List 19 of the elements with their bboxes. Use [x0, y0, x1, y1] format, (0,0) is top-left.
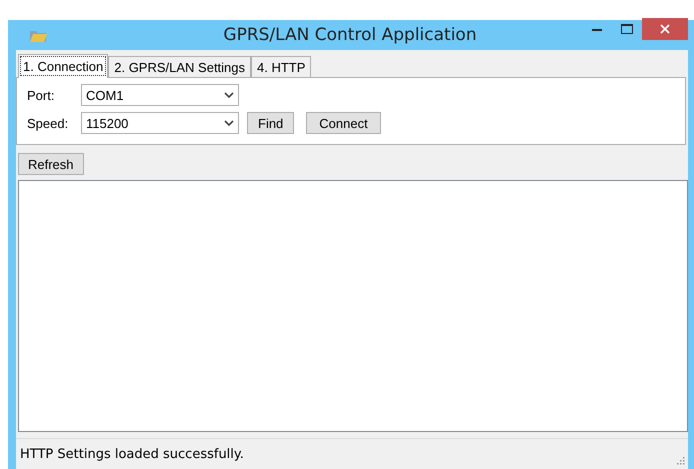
- dropdown-caret-icon: [224, 120, 234, 126]
- port-dropdown[interactable]: COM1: [81, 84, 239, 106]
- status-text: HTTP Settings loaded successfully.: [20, 446, 244, 462]
- dropdown-caret-icon: [224, 92, 234, 98]
- connect-button[interactable]: Connect: [306, 112, 381, 134]
- minimize-icon: [592, 28, 602, 30]
- find-button[interactable]: Find: [247, 112, 294, 134]
- speed-label: Speed:: [27, 116, 70, 130]
- maximize-icon: [621, 24, 633, 34]
- speed-dropdown[interactable]: 115200: [81, 112, 239, 134]
- resize-grip-icon: [675, 455, 685, 465]
- port-label: Port:: [27, 88, 56, 102]
- tab[interactable]: 4. HTTP: [251, 56, 312, 78]
- close-icon: [660, 24, 670, 34]
- close-button[interactable]: [642, 18, 688, 40]
- window-title: GPRS/LAN Control Application: [222, 25, 478, 45]
- tab[interactable]: 2. GPRS/LAN Settings: [108, 56, 252, 78]
- tab[interactable]: 1. Connection: [18, 54, 108, 78]
- refresh-button[interactable]: Refresh: [18, 153, 84, 175]
